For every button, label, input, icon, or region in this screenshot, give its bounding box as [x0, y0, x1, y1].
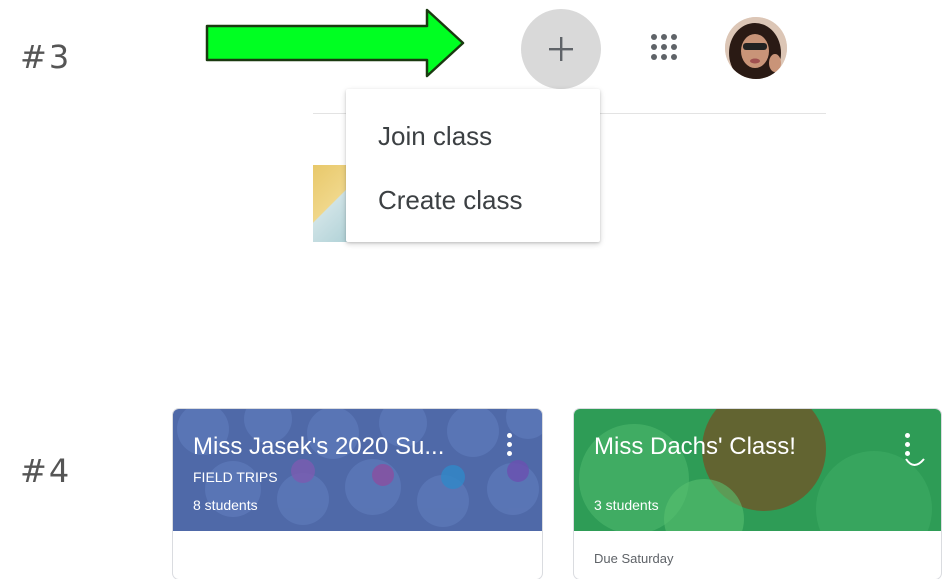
more-options-icon[interactable]	[901, 433, 913, 463]
class-card-due: Due Saturday	[594, 551, 674, 566]
class-card-students: 8 students	[193, 497, 258, 513]
add-class-button[interactable]	[521, 9, 601, 89]
step-label-4: #4	[20, 452, 72, 490]
add-class-menu: Join class Create class	[346, 89, 600, 242]
avatar-image	[725, 17, 787, 79]
plus-icon	[549, 37, 573, 61]
class-card-title[interactable]: Miss Dachs' Class!	[594, 433, 796, 461]
menu-item-join-class[interactable]: Join class	[378, 121, 492, 152]
class-card-header: Miss Dachs' Class! 3 students	[574, 409, 941, 531]
class-card[interactable]: Miss Dachs' Class! 3 students Due Saturd…	[574, 409, 941, 579]
class-card-students: 3 students	[594, 497, 659, 513]
class-card-title[interactable]: Miss Jasek's 2020 Su...	[193, 433, 444, 461]
class-card-header: Miss Jasek's 2020 Su... FIELD TRIPS 8 st…	[173, 409, 542, 531]
class-card-section: FIELD TRIPS	[193, 469, 278, 485]
menu-item-create-class[interactable]: Create class	[378, 185, 523, 216]
class-card[interactable]: Miss Jasek's 2020 Su... FIELD TRIPS 8 st…	[173, 409, 542, 579]
step-label-3: #3	[20, 38, 72, 76]
user-avatar[interactable]	[725, 17, 787, 79]
apps-grid-icon[interactable]	[648, 31, 680, 63]
more-options-icon[interactable]	[503, 433, 515, 463]
green-arrow-annotation	[205, 8, 465, 78]
